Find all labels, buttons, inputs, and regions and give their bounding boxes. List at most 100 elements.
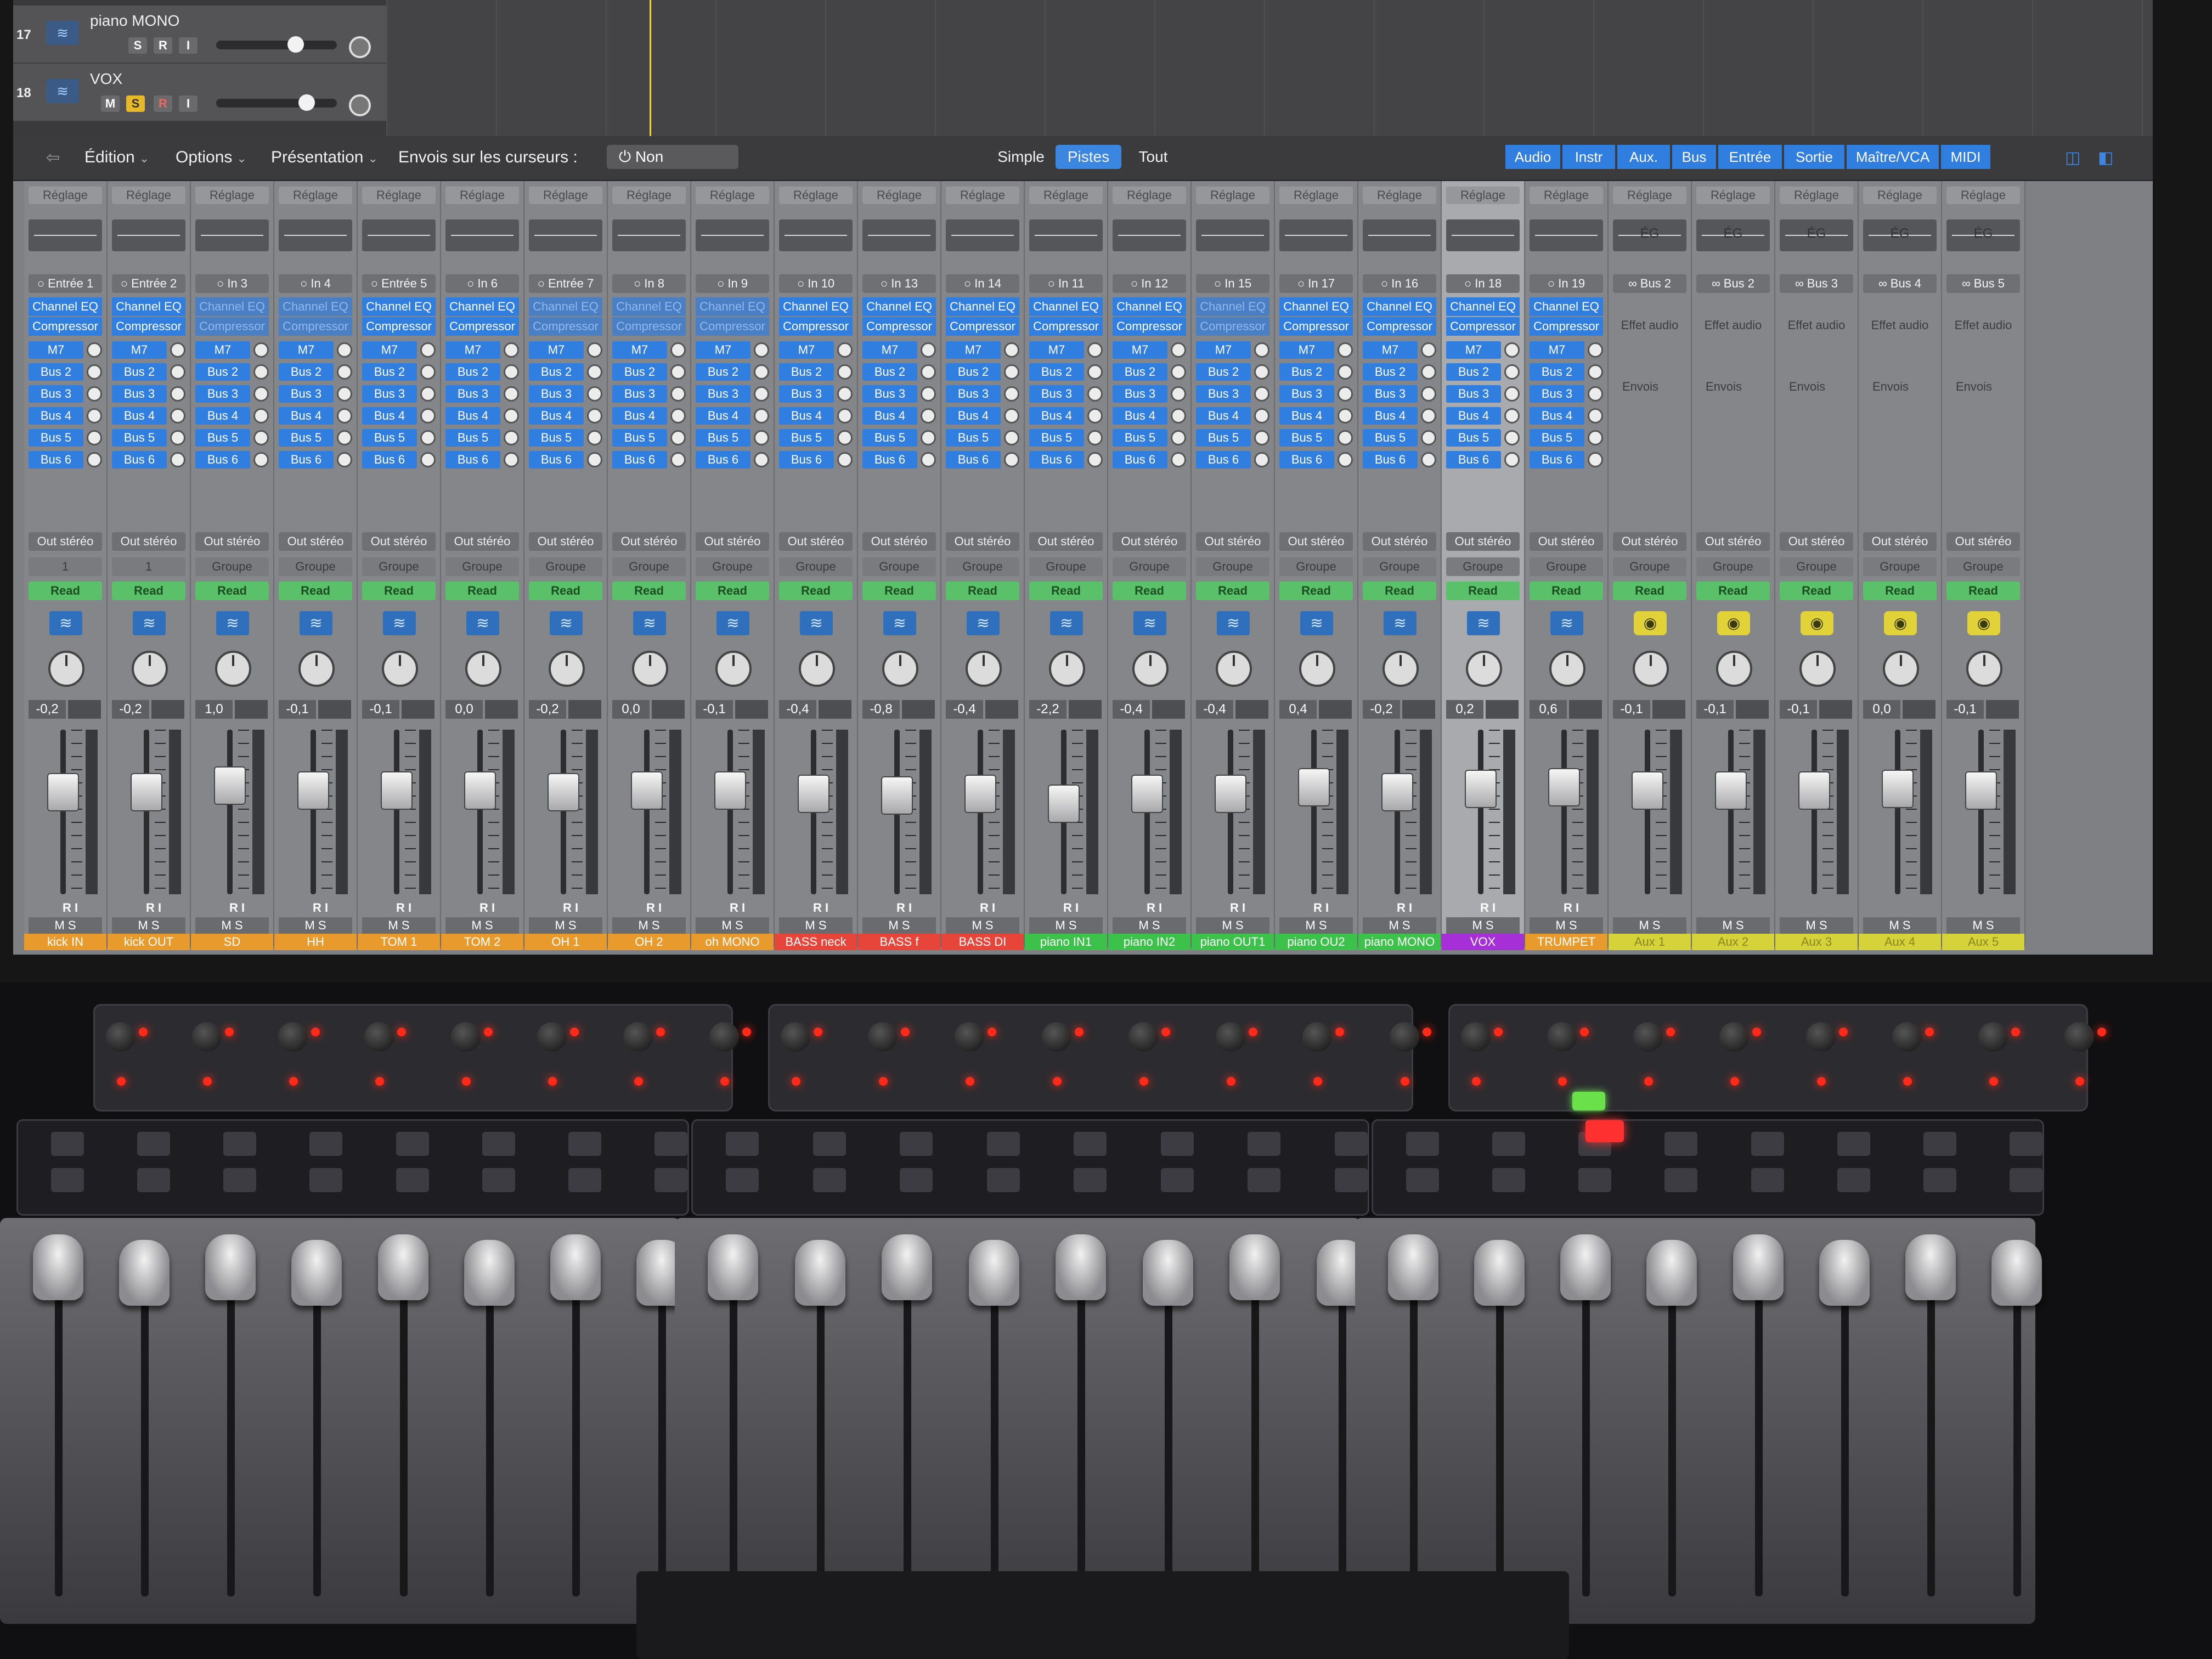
channel-name[interactable]: BASS neck	[775, 934, 857, 950]
send-slot[interactable]: Bus 5	[445, 429, 500, 447]
group-slot[interactable]: Groupe	[445, 557, 519, 576]
send-level-knob[interactable]	[1421, 386, 1436, 402]
mute-solo-buttons[interactable]: M S	[1279, 917, 1353, 934]
sends-slot[interactable]: Envois	[1696, 380, 1751, 394]
group-slot[interactable]: Groupe	[1446, 557, 1520, 576]
send-slot[interactable]: Bus 4	[1279, 407, 1334, 425]
group-slot[interactable]: Groupe	[195, 557, 269, 576]
send-slot[interactable]: Bus 6	[112, 451, 167, 469]
view-tout-button[interactable]: Tout	[1127, 145, 1180, 169]
pan-knob[interactable]	[132, 651, 168, 687]
send-level-knob[interactable]	[1004, 452, 1019, 467]
channel-strip[interactable]: Réglage ○ In 16 Channel EQ Compressor M7 Bus …	[1358, 181, 1442, 950]
output-slot[interactable]: Out stéréo	[362, 532, 436, 551]
pan-knob[interactable]	[1466, 651, 1502, 687]
send-slot[interactable]: Bus 4	[612, 407, 667, 425]
send-slot[interactable]: Bus 2	[1446, 363, 1501, 381]
send-slot[interactable]: Bus 2	[862, 363, 917, 381]
fader-track[interactable]	[1228, 730, 1233, 894]
mute-solo-buttons[interactable]: M S	[1113, 917, 1186, 934]
fader-track[interactable]	[727, 730, 733, 894]
fader-handle[interactable]	[1299, 769, 1329, 805]
send-level-knob[interactable]	[1171, 386, 1186, 402]
send-level-knob[interactable]	[1087, 408, 1103, 424]
fader-handle[interactable]	[1799, 772, 1829, 809]
eq-display[interactable]	[1279, 219, 1353, 251]
send-level-knob[interactable]	[1087, 364, 1103, 380]
channel-button[interactable]	[223, 1168, 257, 1192]
rotary-encoder[interactable]	[106, 1022, 136, 1052]
pan-knob[interactable]	[349, 94, 371, 116]
eq-display[interactable]	[195, 219, 269, 251]
send-slot[interactable]: Bus 3	[445, 385, 500, 403]
send-level-knob[interactable]	[837, 364, 853, 380]
record-input-buttons[interactable]: R I	[63, 901, 78, 915]
fader-track[interactable]	[1311, 730, 1317, 894]
fader-knob[interactable]	[1733, 1234, 1784, 1300]
channel-strip[interactable]: Réglage ○ Entrée 5 Channel EQ Compressor M7 B…	[358, 181, 441, 950]
rec-indicator-button[interactable]	[1572, 1092, 1605, 1110]
automation-read-button[interactable]: Read	[1279, 582, 1353, 600]
channel-button[interactable]	[51, 1168, 84, 1192]
fader-knob[interactable]	[1905, 1234, 1956, 1300]
setting-button[interactable]: Réglage	[1113, 187, 1186, 204]
fader-handle[interactable]	[48, 774, 78, 810]
fader-handle[interactable]	[1716, 772, 1746, 809]
send-level-knob[interactable]	[1588, 430, 1603, 445]
send-slot[interactable]: Bus 4	[779, 407, 834, 425]
mute-solo-buttons[interactable]: M S	[29, 917, 102, 934]
send-slot[interactable]: Bus 2	[529, 363, 584, 381]
channel-name[interactable]: piano IN1	[1025, 934, 1107, 950]
send-level-knob[interactable]	[504, 430, 519, 445]
mute-solo-buttons[interactable]: M S	[112, 917, 185, 934]
eq-display[interactable]	[1196, 219, 1269, 251]
send-slot[interactable]: Bus 2	[29, 363, 83, 381]
fader-handle[interactable]	[465, 772, 495, 809]
send-slot[interactable]: M7	[1196, 341, 1251, 359]
slider-knob[interactable]	[287, 36, 304, 53]
automation-read-button[interactable]: Read	[779, 582, 853, 600]
rotary-encoder[interactable]	[1461, 1022, 1491, 1052]
setting-button[interactable]: Réglage	[1196, 187, 1269, 204]
fader-knob[interactable]	[1819, 1240, 1870, 1306]
send-level-knob[interactable]	[253, 342, 269, 358]
send-level-knob[interactable]	[587, 386, 602, 402]
channel-name[interactable]: Aux 5	[1942, 934, 2024, 950]
send-level-knob[interactable]	[670, 386, 686, 402]
setting-button[interactable]: Réglage	[445, 187, 519, 204]
fader-knob[interactable]	[377, 1234, 428, 1300]
send-level-knob[interactable]	[1421, 408, 1436, 424]
group-slot[interactable]: 1	[29, 557, 102, 576]
channel-name[interactable]: OH 1	[524, 934, 607, 950]
fader-handle[interactable]	[799, 776, 828, 812]
send-level-knob[interactable]	[87, 386, 102, 402]
send-slot[interactable]: Bus 6	[195, 451, 250, 469]
channel-button[interactable]	[986, 1168, 1020, 1192]
automation-read-button[interactable]: Read	[445, 582, 519, 600]
send-slot[interactable]: Bus 6	[1446, 451, 1501, 469]
send-level-knob[interactable]	[1504, 364, 1520, 380]
setting-button[interactable]: Réglage	[1863, 187, 1937, 204]
send-level-knob[interactable]	[1171, 452, 1186, 467]
send-slot[interactable]: Bus 5	[1029, 429, 1084, 447]
split-view-icon[interactable]: ◫	[2065, 148, 2080, 167]
rotary-encoder[interactable]	[1978, 1022, 2008, 1052]
audio-fx-slot[interactable]: Effet audio	[1780, 318, 1853, 332]
send-level-knob[interactable]	[1004, 408, 1019, 424]
keyboard[interactable]	[636, 1571, 1569, 1659]
record-input-buttons[interactable]: R I	[1564, 901, 1579, 915]
output-slot[interactable]: Out stéréo	[529, 532, 602, 551]
sidebar-icon[interactable]: ◧	[2098, 148, 2113, 167]
setting-button[interactable]: Réglage	[1363, 187, 1436, 204]
mute-solo-buttons[interactable]: M S	[1946, 917, 2020, 934]
plugin-slot[interactable]: Channel EQ	[862, 297, 936, 316]
input-slot[interactable]: ∞ Bus 5	[1946, 274, 2020, 293]
record-input-buttons[interactable]: R I	[646, 901, 662, 915]
automation-read-button[interactable]: Read	[1363, 582, 1436, 600]
send-level-knob[interactable]	[1171, 342, 1186, 358]
send-slot[interactable]: Bus 6	[279, 451, 334, 469]
send-slot[interactable]: M7	[1113, 341, 1167, 359]
filter-bus-button[interactable]: Bus	[1672, 145, 1716, 169]
filter-midi-button[interactable]: MIDI	[1941, 145, 1990, 169]
send-level-knob[interactable]	[1504, 386, 1520, 402]
